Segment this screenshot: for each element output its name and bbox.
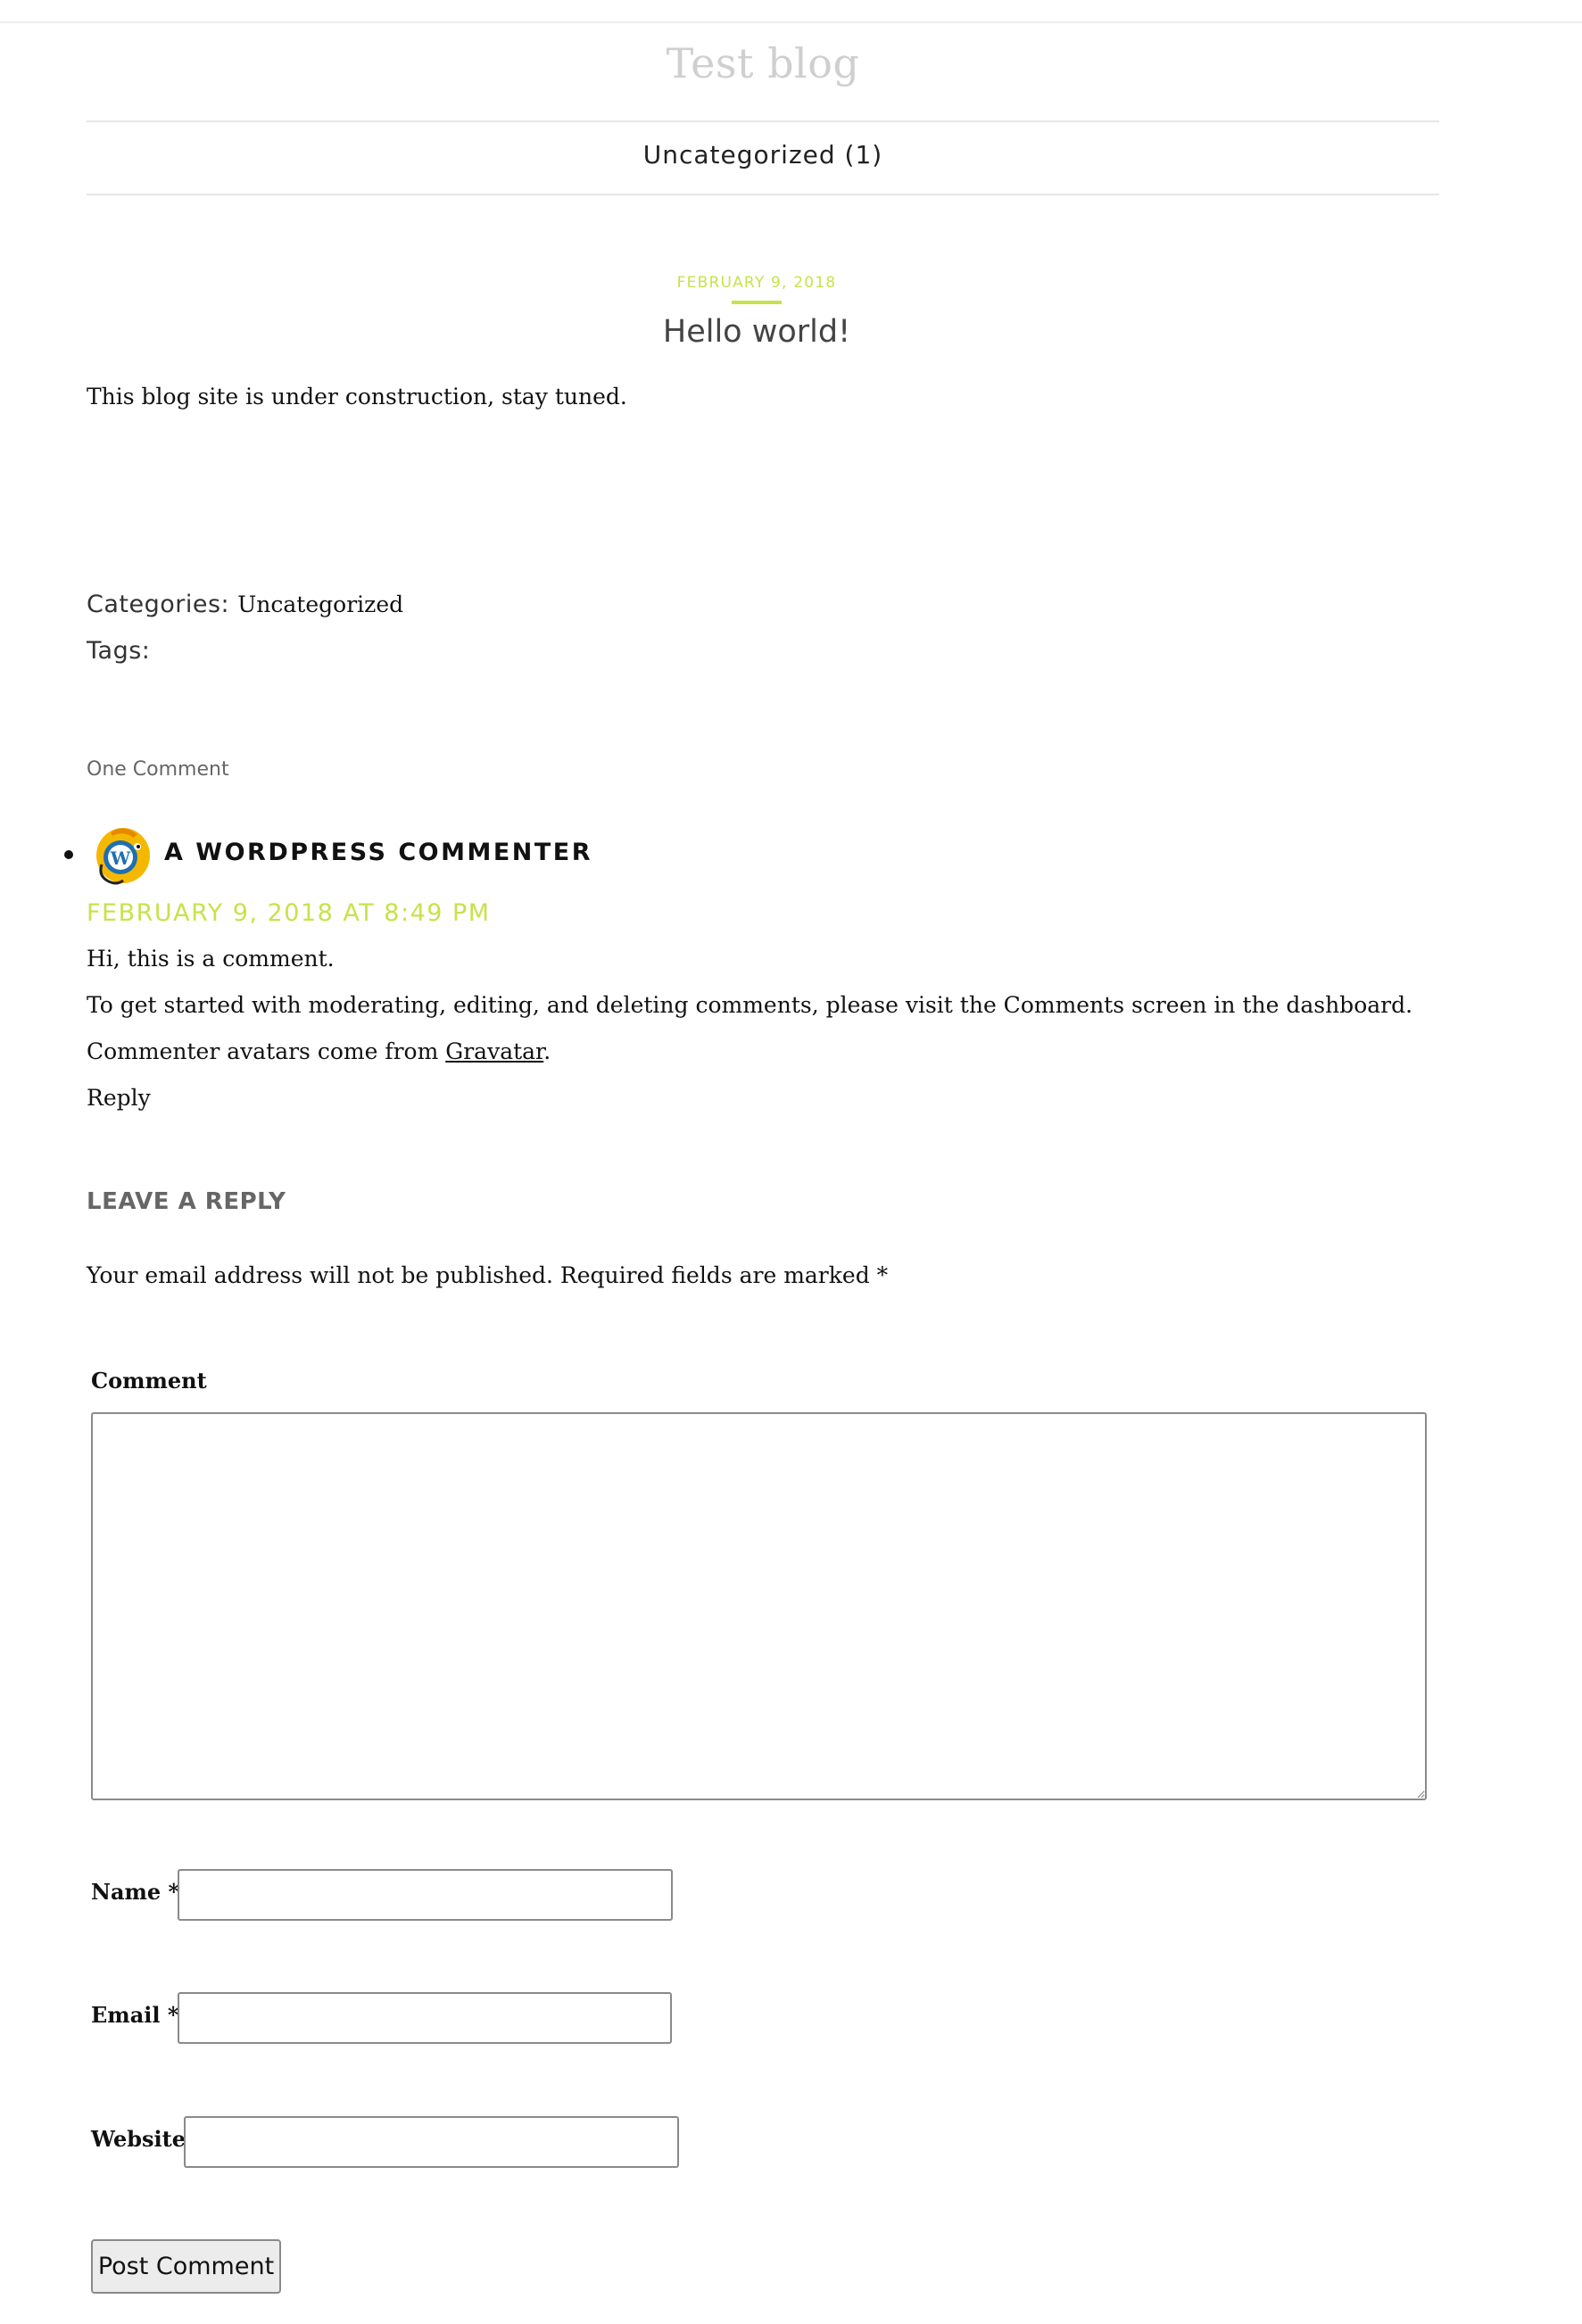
top-border xyxy=(0,21,1582,23)
post-body: This blog site is under construction, st… xyxy=(87,384,627,409)
website-input[interactable] xyxy=(184,2116,679,2168)
comments-count: One Comment xyxy=(87,758,229,781)
post-comment-button[interactable]: Post Comment xyxy=(91,2239,281,2294)
comment-line-3: Commenter avatars come from Gravatar. xyxy=(87,1038,551,1064)
date-underline xyxy=(732,301,782,304)
name-input[interactable] xyxy=(178,1869,673,1921)
name-label: Name * xyxy=(91,1879,180,1905)
wordpress-avatar-icon: W xyxy=(96,828,150,885)
gravatar-link[interactable]: Gravatar xyxy=(445,1038,543,1064)
post-tags: Tags: xyxy=(87,637,150,665)
nav-bottom-divider xyxy=(87,194,1439,195)
category-link-uncategorized[interactable]: Uncategorized xyxy=(237,591,403,617)
comment-line-1: Hi, this is a comment. xyxy=(87,946,335,972)
comment-textarea[interactable] xyxy=(91,1412,1427,1800)
category-nav: Uncategorized (1) xyxy=(87,140,1439,170)
website-label: Website xyxy=(91,2126,186,2152)
comment-author: A WORDPRESS COMMENTER xyxy=(164,839,593,866)
comment-line-2: To get started with moderating, editing,… xyxy=(87,992,1413,1018)
nav-top-divider xyxy=(87,120,1439,122)
post-categories: Categories: Uncategorized xyxy=(87,591,403,618)
email-label: Email * xyxy=(91,2002,179,2028)
comment-notes: Your email address will not be published… xyxy=(87,1262,889,1288)
comment-line-3-prefix: Commenter avatars come from xyxy=(87,1038,446,1064)
leave-reply-heading: LEAVE A REPLY xyxy=(87,1188,286,1215)
comment-date-link[interactable]: FEBRUARY 9, 2018 AT 8:49 PM xyxy=(87,899,491,927)
site-title[interactable]: Test blog xyxy=(0,39,1526,87)
comment-label: Comment xyxy=(91,1368,207,1394)
list-bullet xyxy=(64,850,73,859)
comment-line-3-suffix: . xyxy=(543,1038,551,1064)
post-date[interactable]: FEBRUARY 9, 2018 xyxy=(0,274,1513,292)
email-input[interactable] xyxy=(178,1992,672,2044)
nav-item-uncategorized[interactable]: Uncategorized (1) xyxy=(643,140,882,170)
post-title: Hello world! xyxy=(662,314,851,350)
categories-label: Categories: xyxy=(87,591,230,618)
tags-label: Tags: xyxy=(87,637,151,665)
reply-link[interactable]: Reply xyxy=(87,1085,151,1111)
svg-text:W: W xyxy=(110,848,131,869)
avatar: W xyxy=(93,825,152,888)
